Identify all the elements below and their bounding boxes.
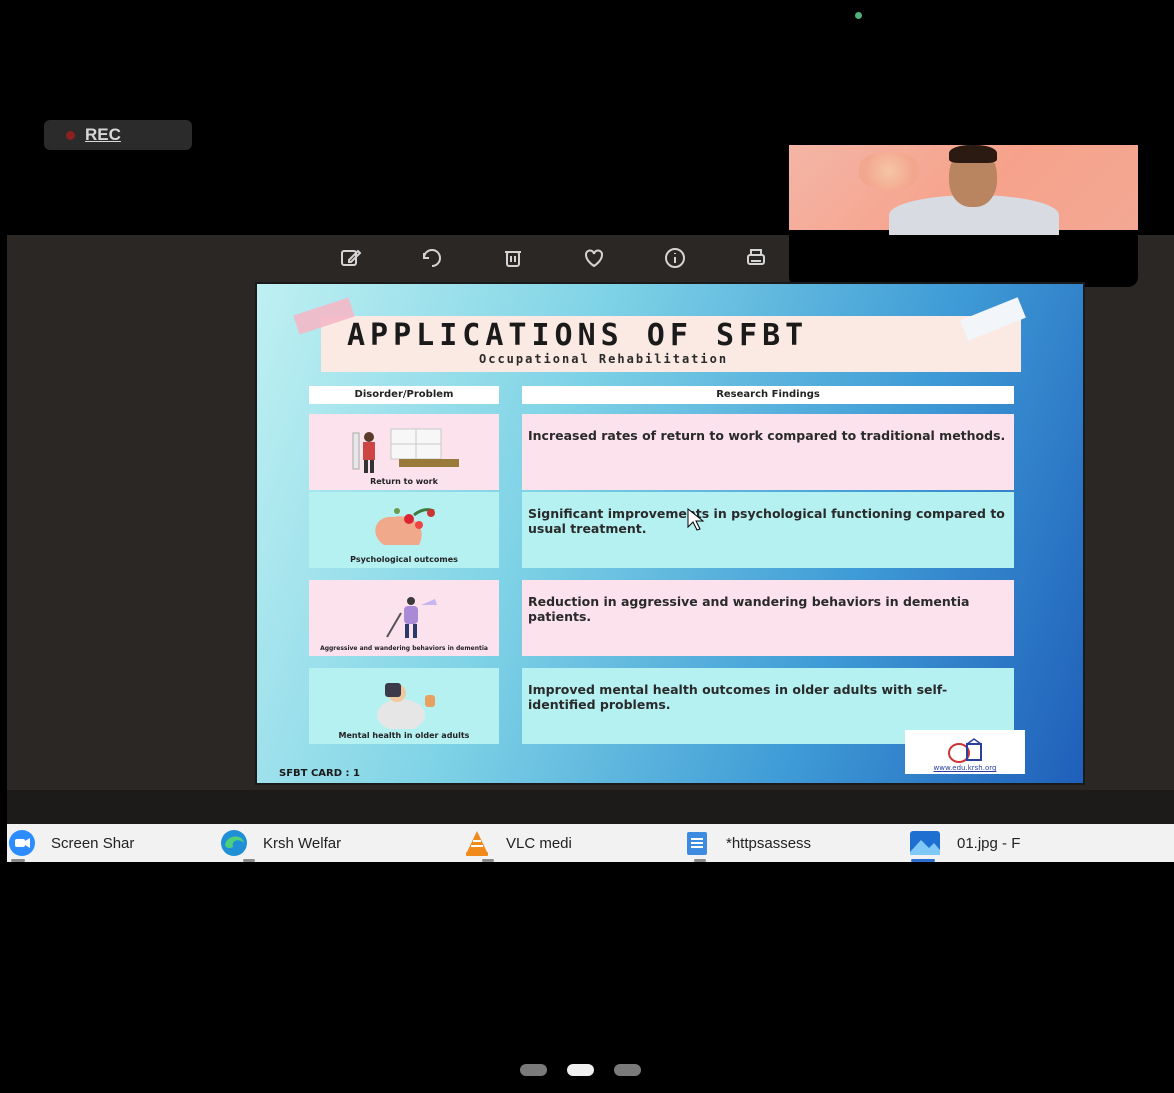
taskbar-item-label: Krsh Welfar: [263, 834, 342, 852]
record-dot-icon: [66, 130, 75, 140]
problem-label: Psychological outcomes: [350, 555, 458, 564]
finding-cell: Reduction in aggressive and wandering be…: [522, 580, 1014, 656]
column-header-findings: Research Findings: [522, 386, 1014, 404]
finding-text: Increased rates of return to work compar…: [528, 428, 1006, 443]
page-dot[interactable]: [520, 1064, 547, 1076]
info-icon[interactable]: [634, 240, 715, 276]
presenter-hair: [949, 145, 997, 163]
finding-text: Improved mental health outcomes in older…: [528, 682, 948, 712]
delete-icon[interactable]: [472, 240, 553, 276]
edit-icon[interactable]: [310, 240, 391, 276]
notepad-icon: [687, 832, 707, 855]
page-indicator: [520, 1064, 641, 1076]
psychological-outcomes-illustration: [375, 508, 435, 545]
mouse-cursor-icon: [687, 508, 705, 531]
finding-cell: Increased rates of return to work compar…: [522, 414, 1014, 490]
taskbar-item-label: 01.jpg - F: [957, 834, 1021, 852]
taskbar-running-indicator: [243, 859, 255, 862]
card-footer: SFBT CARD : 1: [279, 768, 360, 779]
vlc-icon: [466, 831, 488, 856]
problem-cell: Aggressive and wandering behaviors in de…: [309, 580, 499, 656]
problem-cell: Mental health in older adults: [309, 668, 499, 744]
taskbar-item-photos[interactable]: 01.jpg - F: [907, 824, 1020, 862]
finding-text: Significant improvements in psychologica…: [528, 506, 1005, 536]
org-logo: www.edu.krsh.org: [905, 730, 1025, 774]
taskbar: Screen Shar Krsh Welfar VLC medi *httpsa…: [7, 824, 1174, 862]
image-viewer-bottom-strip: [7, 790, 1174, 824]
recording-indicator[interactable]: REC: [44, 120, 192, 150]
print-icon[interactable]: [715, 240, 796, 276]
slide-title: APPLICATIONS OF SFBT: [347, 318, 809, 353]
problem-label: Return to work: [370, 477, 438, 486]
photos-icon: [910, 831, 940, 855]
rotate-icon[interactable]: [391, 240, 472, 276]
camera-indicator-dot: [855, 12, 862, 19]
taskbar-item-edge[interactable]: Krsh Welfar: [219, 824, 341, 862]
background-decoration: [859, 153, 919, 189]
logo-icon: [948, 738, 982, 763]
page-dot[interactable]: [614, 1064, 641, 1076]
viewer-toolbar: [310, 240, 796, 276]
problem-cell: Psychological outcomes: [309, 492, 499, 568]
taskbar-running-indicator: [482, 859, 494, 862]
page-dot-active[interactable]: [567, 1064, 594, 1076]
return-to-work-illustration: [352, 428, 459, 473]
taskbar-active-indicator: [911, 859, 935, 862]
taskbar-item-screen-share[interactable]: Screen Shar: [7, 824, 134, 862]
column-header-problem: Disorder/Problem: [309, 386, 499, 404]
participant-video[interactable]: [789, 145, 1138, 287]
problem-label: Mental health in older adults: [338, 731, 470, 740]
problem-label: Aggressive and wandering behaviors in de…: [320, 645, 488, 652]
favorite-icon[interactable]: [553, 240, 634, 276]
rec-label: REC: [85, 125, 121, 144]
logo-url[interactable]: www.edu.krsh.org: [934, 764, 997, 772]
finding-text: Reduction in aggressive and wandering be…: [528, 594, 970, 624]
taskbar-item-label: Screen Shar: [51, 834, 135, 852]
problem-cell: Return to work: [309, 414, 499, 490]
taskbar-item-label: VLC medi: [506, 834, 572, 852]
taskbar-item-notepad[interactable]: *httpsassess: [682, 824, 811, 862]
slide-image: APPLICATIONS OF SFBT Occupational Rehabi…: [255, 282, 1085, 785]
video-feed: [789, 145, 1138, 235]
edge-icon: [221, 830, 247, 856]
taskbar-running-indicator: [694, 859, 706, 862]
taskbar-item-label: *httpsassess: [726, 834, 812, 852]
dementia-illustration: [386, 597, 437, 638]
finding-cell: Significant improvements in psychologica…: [522, 492, 1014, 568]
zoom-icon: [9, 830, 35, 856]
taskbar-running-indicator: [11, 859, 25, 862]
older-adults-illustration: [377, 683, 435, 729]
taskbar-item-vlc[interactable]: VLC medi: [462, 824, 572, 862]
slide-subtitle: Occupational Rehabilitation: [479, 352, 729, 366]
